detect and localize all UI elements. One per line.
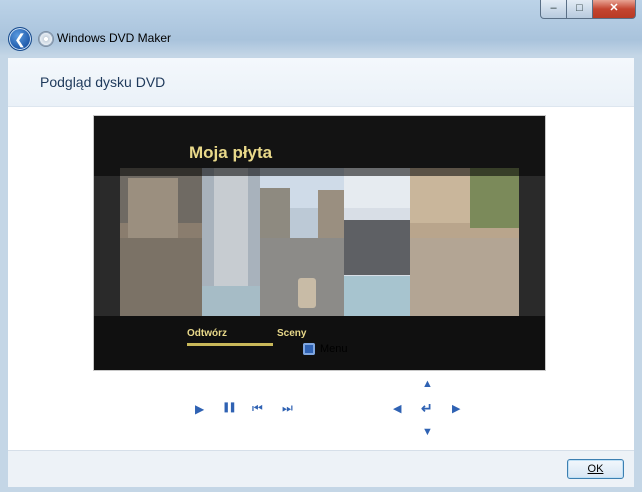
enter-button[interactable]: ↵: [421, 400, 433, 417]
nav-up-button[interactable]: ▲: [422, 378, 433, 390]
dialog-footer: OK: [8, 450, 634, 487]
photo-strip: [344, 168, 410, 316]
page-header: Podgląd dysku DVD: [8, 58, 634, 107]
preview-photo-collage: [120, 168, 519, 316]
nav-left-button[interactable]: ◀: [393, 402, 401, 415]
preview-top-band: [94, 116, 545, 176]
play-button[interactable]: ▶: [195, 402, 204, 416]
photo-strip: [260, 168, 344, 316]
page-title: Podgląd dysku DVD: [40, 74, 166, 90]
selection-underline: [187, 343, 273, 346]
photo-strip: [202, 168, 260, 316]
maximize-button[interactable]: □: [567, 0, 593, 19]
close-button[interactable]: ✕: [593, 0, 636, 19]
arrow-down-icon: ▼: [422, 426, 433, 438]
nav-down-button[interactable]: ▼: [422, 426, 433, 438]
next-chapter-button[interactable]: ⏭: [282, 401, 293, 416]
pause-icon: ❚❚: [222, 402, 237, 413]
dvd-menu-scenes[interactable]: Sceny: [277, 328, 306, 339]
nav-right-button[interactable]: ▶: [452, 402, 460, 415]
enter-icon: ↵: [421, 400, 433, 416]
menu-icon: [303, 343, 315, 355]
skip-previous-icon: ⏮: [252, 401, 263, 415]
app-window: ❮ Windows DVD Maker – □ ✕ Podgląd dysku …: [0, 0, 642, 492]
arrow-left-icon: ◀: [393, 403, 402, 415]
ok-button[interactable]: OK: [567, 459, 624, 479]
minimize-button[interactable]: –: [540, 0, 567, 19]
dvd-disc-title: Moja płyta: [189, 143, 273, 162]
menu-button-label: Menu: [320, 343, 348, 355]
dvd-disc-icon: [38, 31, 54, 47]
title-bar: ❮ Windows DVD Maker – □ ✕: [0, 0, 642, 58]
play-icon: ▶: [195, 402, 205, 416]
arrow-right-icon: ▶: [452, 403, 461, 415]
arrow-left-icon: ❮: [14, 31, 26, 47]
photo-strip: [120, 168, 202, 316]
skip-next-icon: ⏭: [282, 401, 293, 415]
dvd-preview: Moja płyta Odtwórz Sceny: [94, 116, 545, 370]
window-controls: – □ ✕: [540, 0, 636, 19]
pause-button[interactable]: ❚❚: [222, 402, 237, 413]
previous-chapter-button[interactable]: ⏮: [252, 401, 263, 416]
arrow-up-icon: ▲: [422, 378, 433, 390]
menu-button[interactable]: Menu: [303, 343, 348, 355]
content-area: Podgląd dysku DVD Moja płyta Odtwórz Sce…: [8, 58, 634, 450]
photo-strip: [410, 168, 519, 316]
dvd-menu-play[interactable]: Odtwórz: [187, 328, 227, 339]
back-button[interactable]: ❮: [8, 27, 32, 51]
window-title: Windows DVD Maker: [57, 31, 172, 45]
